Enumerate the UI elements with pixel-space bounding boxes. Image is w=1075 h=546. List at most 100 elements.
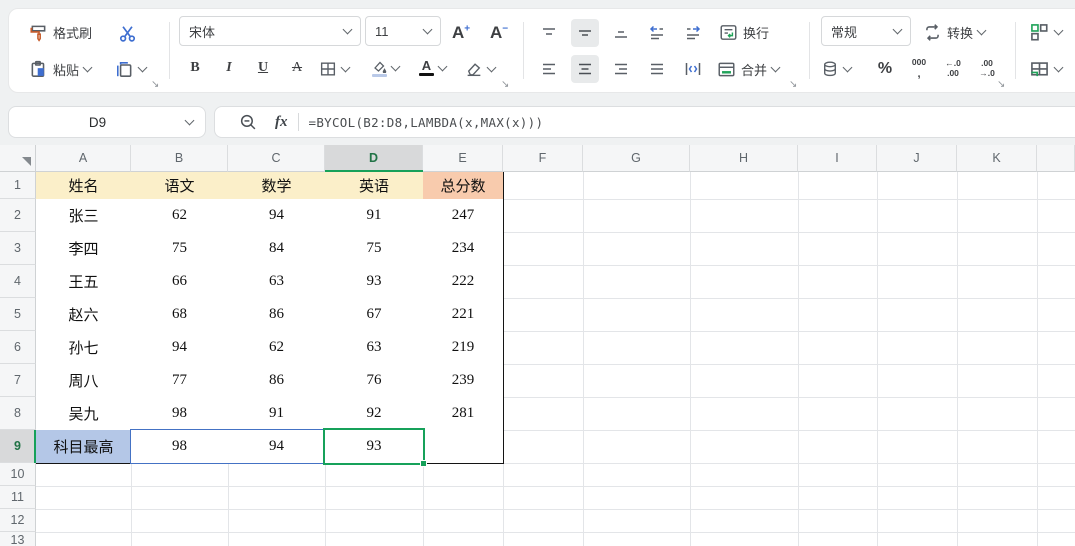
cell-D6[interactable]: 63 xyxy=(325,331,424,365)
row-header-10[interactable]: 10 xyxy=(0,463,36,486)
percent-button[interactable]: % xyxy=(871,55,899,83)
column-header-G[interactable]: G xyxy=(583,145,690,172)
column-header-I[interactable]: I xyxy=(798,145,877,172)
clipboard-dialog-launcher-icon[interactable] xyxy=(151,79,163,91)
align-top-button[interactable] xyxy=(535,19,563,47)
name-box[interactable]: D9 xyxy=(8,106,206,138)
align-right-button[interactable] xyxy=(607,55,635,83)
insert-cells-button[interactable] xyxy=(1029,17,1062,47)
cell-C1[interactable]: 数学 xyxy=(228,172,326,200)
copy-button[interactable] xyxy=(115,54,146,84)
cell-D5[interactable]: 67 xyxy=(325,298,424,332)
row-header-7[interactable]: 7 xyxy=(0,364,36,397)
cell-D2[interactable]: 91 xyxy=(325,199,424,233)
cell-B9[interactable]: 98 xyxy=(131,430,229,464)
paste-dropdown-icon[interactable] xyxy=(83,63,93,73)
worksheet-grid[interactable]: ABCDEFGHIJK12345678910111213姓名语文数学英语总分数张… xyxy=(0,145,1075,546)
row-header-1[interactable]: 1 xyxy=(0,172,36,199)
cell-E6[interactable]: 219 xyxy=(423,331,504,365)
align-left-button[interactable] xyxy=(535,55,563,83)
font-size-select[interactable]: 11 xyxy=(365,16,441,46)
convert-button[interactable]: 转换 xyxy=(923,17,985,47)
fx-icon[interactable]: fx xyxy=(275,114,288,131)
cell-D1[interactable]: 英语 xyxy=(325,172,424,200)
alignment-dialog-launcher-icon[interactable] xyxy=(789,79,801,91)
cell-B6[interactable]: 94 xyxy=(131,331,229,365)
row-header-9[interactable]: 9 xyxy=(0,430,36,463)
thousands-separator-button[interactable]: 000, xyxy=(905,55,933,83)
cell-C6[interactable]: 62 xyxy=(228,331,326,365)
cell-C8[interactable]: 91 xyxy=(228,397,326,431)
cell-D3[interactable]: 75 xyxy=(325,232,424,266)
cell-B3[interactable]: 75 xyxy=(131,232,229,266)
column-header-F[interactable]: F xyxy=(503,145,583,172)
cell-B7[interactable]: 77 xyxy=(131,364,229,398)
row-header-4[interactable]: 4 xyxy=(0,265,36,298)
column-header-partial[interactable] xyxy=(1037,145,1075,172)
font-name-select[interactable]: 宋体 xyxy=(179,16,361,46)
align-center-button[interactable] xyxy=(571,55,599,83)
cell-B1[interactable]: 语文 xyxy=(131,172,229,200)
cell-A9[interactable]: 科目最高 xyxy=(36,430,132,464)
cell-A4[interactable]: 王五 xyxy=(36,265,132,299)
row-header-6[interactable]: 6 xyxy=(0,331,36,364)
column-header-D[interactable]: D xyxy=(325,145,423,172)
cell-E5[interactable]: 221 xyxy=(423,298,504,332)
cell-C9[interactable]: 94 xyxy=(228,430,326,464)
column-header-H[interactable]: H xyxy=(690,145,798,172)
merge-cells-button[interactable]: 合并 xyxy=(717,54,779,84)
font-color-button[interactable]: A xyxy=(419,53,446,83)
bold-button[interactable]: B xyxy=(181,54,209,82)
column-header-C[interactable]: C xyxy=(228,145,325,172)
paste-button[interactable]: 粘贴 xyxy=(29,54,91,84)
column-header-E[interactable]: E xyxy=(423,145,503,172)
row-header-13[interactable]: 13 xyxy=(0,532,36,546)
column-header-A[interactable]: A xyxy=(36,145,131,172)
fill-color-button[interactable] xyxy=(371,53,399,83)
copy-dropdown-icon[interactable] xyxy=(138,63,148,73)
cell-E3[interactable]: 234 xyxy=(423,232,504,266)
cell-D8[interactable]: 92 xyxy=(325,397,424,431)
number-dialog-launcher-icon[interactable] xyxy=(997,79,1009,91)
cell-B8[interactable]: 98 xyxy=(131,397,229,431)
borders-button[interactable] xyxy=(319,54,349,84)
cell-A3[interactable]: 李四 xyxy=(36,232,132,266)
row-header-8[interactable]: 8 xyxy=(0,397,36,430)
formula-text[interactable]: =BYCOL(B2:D8,LAMBDA(x,MAX(x))) xyxy=(309,115,544,130)
cell-C5[interactable]: 86 xyxy=(228,298,326,332)
increase-font-button[interactable]: A+ xyxy=(452,18,470,48)
row-header-2[interactable]: 2 xyxy=(0,199,36,232)
cell-C2[interactable]: 94 xyxy=(228,199,326,233)
row-header-11[interactable]: 11 xyxy=(0,486,36,509)
column-header-K[interactable]: K xyxy=(957,145,1037,172)
align-middle-button[interactable] xyxy=(571,19,599,47)
decrease-indent-button[interactable] xyxy=(643,19,671,47)
row-header-5[interactable]: 5 xyxy=(0,298,36,331)
cell-B4[interactable]: 66 xyxy=(131,265,229,299)
cell-A8[interactable]: 吴九 xyxy=(36,397,132,431)
select-all-corner[interactable] xyxy=(0,145,36,172)
cell-A2[interactable]: 张三 xyxy=(36,199,132,233)
cut-button[interactable] xyxy=(113,19,141,47)
cell-B2[interactable]: 62 xyxy=(131,199,229,233)
cell-A1[interactable]: 姓名 xyxy=(36,172,132,200)
cell-E4[interactable]: 222 xyxy=(423,265,504,299)
number-format-select[interactable]: 常规 xyxy=(821,16,911,46)
cell-B5[interactable]: 68 xyxy=(131,298,229,332)
distributed-button[interactable] xyxy=(679,55,707,83)
format-painter-button[interactable]: 格式刷 xyxy=(29,17,92,47)
justify-button[interactable] xyxy=(643,55,671,83)
cell-C4[interactable]: 63 xyxy=(228,265,326,299)
cell-D9[interactable]: 93 xyxy=(325,430,424,464)
decrease-decimal-button[interactable]: ←.0.00 xyxy=(939,55,967,83)
column-header-J[interactable]: J xyxy=(877,145,957,172)
cell-A5[interactable]: 赵六 xyxy=(36,298,132,332)
align-bottom-button[interactable] xyxy=(607,19,635,47)
currency-button[interactable] xyxy=(821,54,851,84)
row-header-12[interactable]: 12 xyxy=(0,509,36,532)
cell-A6[interactable]: 孙七 xyxy=(36,331,132,365)
cell-E1[interactable]: 总分数 xyxy=(423,172,504,200)
cell-E2[interactable]: 247 xyxy=(423,199,504,233)
row-header-3[interactable]: 3 xyxy=(0,232,36,265)
cell-E7[interactable]: 239 xyxy=(423,364,504,398)
